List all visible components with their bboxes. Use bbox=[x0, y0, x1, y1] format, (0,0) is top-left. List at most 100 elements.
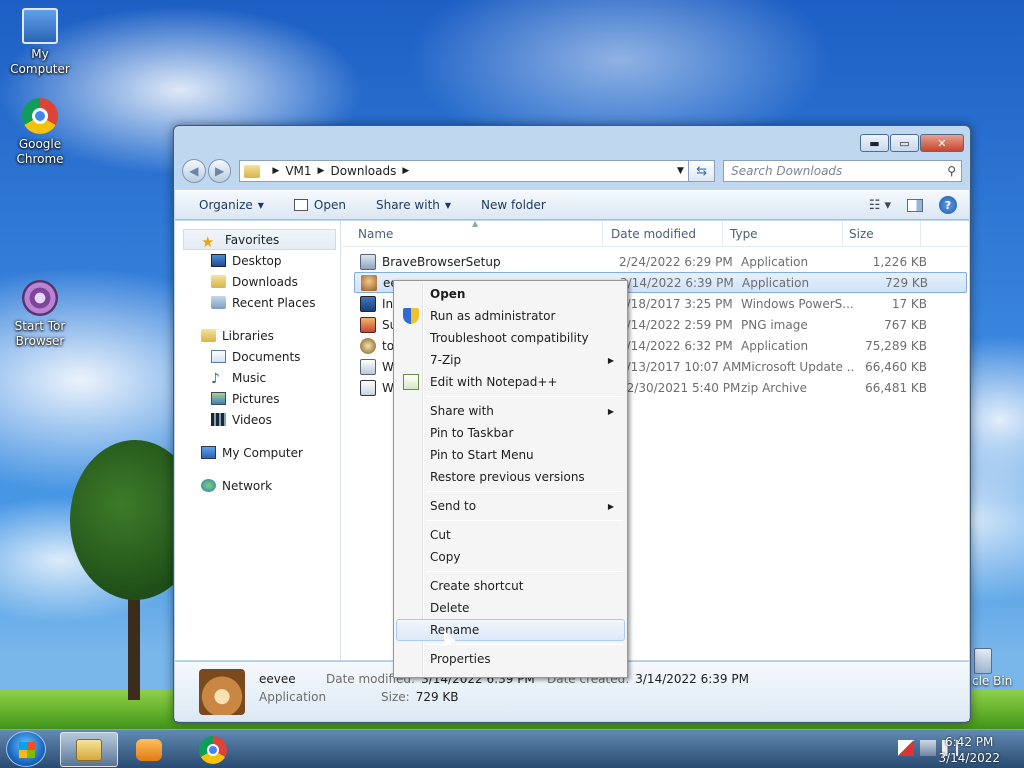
column-header-size[interactable]: Size bbox=[843, 221, 921, 246]
menu-item-edit-notepad[interactable]: Edit with Notepad++ bbox=[396, 371, 625, 393]
menu-separator bbox=[426, 520, 623, 521]
folder-icon bbox=[244, 164, 261, 178]
pictures-icon bbox=[211, 392, 226, 405]
column-header-name[interactable]: ▲ Name bbox=[342, 219, 603, 246]
file-size: 1,226 KB bbox=[872, 254, 927, 269]
menu-item-7zip[interactable]: 7-Zip ▶ bbox=[396, 349, 625, 371]
close-button[interactable]: ✕ bbox=[920, 134, 964, 152]
desktop-icon-label: Google Chrome bbox=[16, 137, 64, 166]
eevee-icon bbox=[361, 274, 377, 291]
nav-label: Recent Places bbox=[232, 295, 316, 310]
file-row[interactable]: BraveBrowserSetup 2/24/2022 6:29 PM Appl… bbox=[354, 251, 967, 272]
nav-label: Downloads bbox=[232, 274, 298, 289]
back-arrow-icon: ◀ bbox=[189, 164, 199, 178]
action-center-flag-icon[interactable] bbox=[898, 740, 914, 756]
menu-item-troubleshoot[interactable]: Troubleshoot compatibility bbox=[396, 327, 625, 349]
menu-item-send-to[interactable]: Send to ▶ bbox=[396, 495, 625, 517]
menu-label: Share with bbox=[430, 404, 494, 418]
desktop-icon-google-chrome[interactable]: Google Chrome bbox=[0, 98, 80, 167]
change-view-icon[interactable]: ☷ ▾ bbox=[869, 198, 891, 213]
file-type: Windows PowerS... bbox=[741, 296, 853, 311]
nav-music[interactable]: ♪ Music bbox=[175, 367, 340, 388]
menu-item-run-as-admin[interactable]: Run as administrator bbox=[396, 305, 625, 327]
preview-pane-icon[interactable] bbox=[907, 198, 923, 212]
desktop-icon-tor-browser[interactable]: Start Tor Browser bbox=[0, 280, 80, 349]
start-button[interactable] bbox=[6, 731, 46, 767]
file-type: Application bbox=[742, 275, 810, 290]
taskbar-explorer-button[interactable] bbox=[60, 732, 118, 767]
share-with-button[interactable]: Share with ▼ bbox=[376, 198, 451, 212]
menu-item-open[interactable]: Open bbox=[396, 283, 625, 305]
context-menu: Open Run as administrator Troubleshoot c… bbox=[393, 280, 628, 678]
uac-shield-icon bbox=[403, 308, 419, 324]
menu-separator bbox=[426, 491, 623, 492]
maximize-button[interactable]: ▭ bbox=[890, 134, 919, 152]
new-folder-button[interactable]: New folder bbox=[481, 198, 546, 212]
libraries-icon bbox=[201, 329, 216, 342]
menu-item-rename[interactable]: Rename bbox=[396, 619, 625, 641]
nav-label: Favorites bbox=[225, 232, 280, 247]
nav-favorites[interactable]: ★ Favorites bbox=[183, 229, 336, 251]
breadcrumb-vm1[interactable]: VM1 bbox=[285, 164, 311, 178]
nav-my-computer[interactable]: My Computer bbox=[175, 442, 340, 463]
breadcrumb-downloads[interactable]: Downloads bbox=[330, 164, 396, 178]
column-header-type[interactable]: Type bbox=[723, 221, 843, 246]
menu-item-pin-taskbar[interactable]: Pin to Taskbar bbox=[396, 422, 625, 444]
clock-date: 3/14/2022 bbox=[938, 751, 1000, 765]
nav-label: Videos bbox=[232, 412, 272, 427]
address-dropdown-icon[interactable]: ▼ bbox=[672, 166, 688, 176]
window-controls: ▬ ▭ ✕ bbox=[860, 134, 964, 152]
organize-button[interactable]: Organize ▼ bbox=[199, 198, 264, 212]
address-bar[interactable]: ▶ VM1 ▶ Downloads ▶ ▼ bbox=[239, 160, 690, 182]
search-icon[interactable]: ⚲ bbox=[947, 164, 956, 178]
documents-icon bbox=[211, 350, 226, 363]
refresh-icon: ⇆ bbox=[696, 163, 708, 179]
nav-pictures[interactable]: Pictures bbox=[175, 388, 340, 409]
forward-button[interactable]: ▶ bbox=[207, 159, 232, 183]
file-size: 767 KB bbox=[884, 317, 927, 332]
menu-item-pin-start[interactable]: Pin to Start Menu bbox=[396, 444, 625, 466]
nav-videos[interactable]: Videos bbox=[175, 409, 340, 430]
back-button[interactable]: ◀ bbox=[182, 159, 206, 183]
powershell-icon bbox=[360, 295, 376, 312]
details-size: Size: 729 KB bbox=[381, 690, 459, 704]
network-tray-icon[interactable] bbox=[920, 740, 936, 756]
nav-label: Network bbox=[222, 478, 273, 493]
column-headers: ▲ Name Date modified Type Size bbox=[342, 219, 969, 247]
menu-item-copy[interactable]: Copy bbox=[396, 546, 625, 568]
nav-downloads[interactable]: Downloads bbox=[175, 271, 340, 292]
file-date: 3/14/2022 6:32 PM bbox=[619, 338, 733, 353]
nav-network[interactable]: Network bbox=[175, 475, 340, 496]
desktop-icon-my-computer[interactable]: My Computer bbox=[0, 8, 80, 77]
minimize-button[interactable]: ▬ bbox=[860, 134, 889, 152]
tor-icon bbox=[360, 337, 376, 354]
file-type: Application bbox=[741, 338, 809, 353]
menu-item-delete[interactable]: Delete bbox=[396, 597, 625, 619]
nav-recent-places[interactable]: Recent Places bbox=[175, 292, 340, 313]
nav-documents[interactable]: Documents bbox=[175, 346, 340, 367]
open-label: Open bbox=[313, 198, 346, 212]
taskbar-chrome-button[interactable] bbox=[184, 732, 242, 767]
nav-label: My Computer bbox=[222, 445, 303, 460]
file-type: Microsoft Update ... bbox=[741, 359, 853, 374]
desktop-icon-recycle-bin[interactable]: cle Bin bbox=[972, 648, 1024, 688]
breadcrumb-chevron-icon: ▶ bbox=[402, 166, 410, 176]
nav-desktop[interactable]: Desktop bbox=[175, 250, 340, 271]
menu-item-properties[interactable]: Properties bbox=[396, 648, 625, 670]
taskbar-media-player-button[interactable] bbox=[120, 732, 178, 767]
menu-item-restore-versions[interactable]: Restore previous versions bbox=[396, 466, 625, 488]
search-input[interactable]: Search Downloads ⚲ bbox=[723, 160, 962, 182]
menu-item-share-with[interactable]: Share with ▶ bbox=[396, 400, 625, 422]
column-header-date[interactable]: Date modified bbox=[603, 221, 723, 246]
refresh-button[interactable]: ⇆ bbox=[689, 160, 716, 182]
clock[interactable]: 6:42 PM 3/14/2022 bbox=[938, 734, 1000, 766]
search-placeholder: Search Downloads bbox=[731, 164, 843, 178]
file-date: 3/14/2022 2:59 PM bbox=[619, 317, 733, 332]
taskbar: 6:42 PM 3/14/2022 bbox=[0, 729, 1024, 768]
nav-libraries[interactable]: Libraries bbox=[175, 325, 340, 346]
help-icon[interactable]: ? bbox=[939, 196, 957, 214]
open-button[interactable]: Open bbox=[293, 198, 346, 212]
menu-item-cut[interactable]: Cut bbox=[396, 524, 625, 546]
nav-label: Music bbox=[232, 370, 267, 385]
menu-item-create-shortcut[interactable]: Create shortcut bbox=[396, 575, 625, 597]
